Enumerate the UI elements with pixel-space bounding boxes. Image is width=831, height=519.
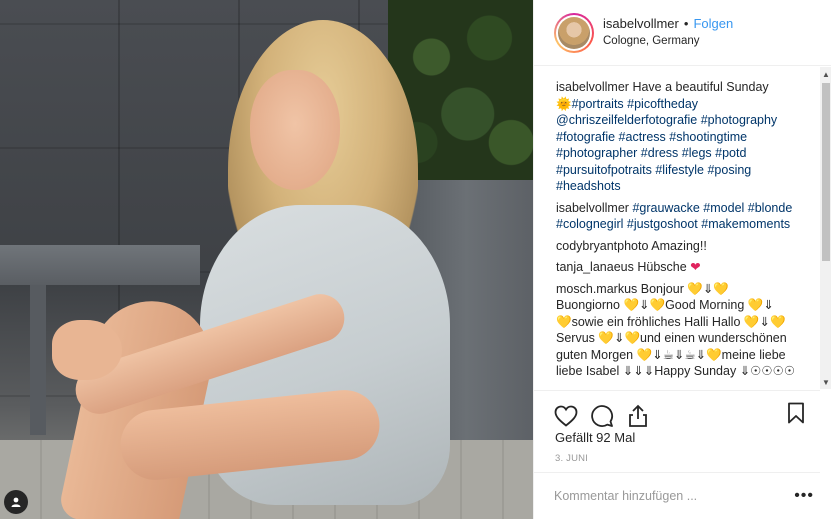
red-heart-emoji-icon: ❤ <box>690 260 701 274</box>
cup-emoji-icon: ☕ <box>684 347 696 362</box>
yellow-heart-emoji-icon: 💛 <box>556 314 572 329</box>
header-username[interactable]: isabelvollmer <box>603 16 679 32</box>
comment-username[interactable]: tanja_lanaeus <box>556 260 634 274</box>
scroll-down-arrow-icon[interactable]: ▼ <box>820 375 831 389</box>
comment-text: meine liebe <box>721 347 786 362</box>
comment-username[interactable]: mosch.markus <box>556 282 637 296</box>
yellow-heart-emoji-icon: 💛 <box>687 281 703 296</box>
avatar-image <box>558 16 590 49</box>
user-tag-icon[interactable] <box>4 490 28 514</box>
location-link[interactable]: Cologne, Germany <box>603 33 733 49</box>
arrow-emoji-icon: ⇓ <box>763 298 774 312</box>
yellow-heart-emoji-icon: 💛 <box>649 298 666 312</box>
caption-username[interactable]: isabelvollmer <box>556 80 629 94</box>
comment-input[interactable] <box>554 489 774 503</box>
comment-username[interactable]: codybryantphoto <box>556 239 648 253</box>
comment-text: Servus <box>556 331 595 345</box>
arrow-emoji-icon: ⇓ <box>633 364 644 378</box>
yellow-heart-emoji-icon: 💛 <box>624 331 641 345</box>
sun-emoji-icon: ☉ <box>783 364 796 378</box>
comment-text: liebe Isabel <box>556 364 620 378</box>
comment-text: guten Morgen <box>556 347 634 362</box>
comment-text: Good Morning <box>665 298 745 312</box>
arrow-emoji-icon: ⇓ <box>622 364 634 378</box>
share-icon[interactable] <box>626 404 650 428</box>
header-separator: • <box>683 16 689 31</box>
comment-text: Bonjour <box>640 281 684 296</box>
yellow-heart-emoji-icon: 💛 <box>598 331 614 345</box>
comment-text: Hübsche <box>637 260 687 274</box>
post-date: 3. JUNI <box>555 453 589 464</box>
follow-button[interactable]: Folgen <box>693 16 733 32</box>
scroll-thumb[interactable] <box>822 83 830 261</box>
photo-bench <box>0 245 200 285</box>
header-text: isabelvollmer • Folgen Cologne, Germany <box>603 16 733 49</box>
photo-hand <box>52 320 122 380</box>
sun-emoji-icon: ☉ <box>761 364 773 378</box>
list-item: tanja_lanaeus Hübsche ❤ <box>556 259 812 276</box>
yellow-heart-emoji-icon: 💛 <box>623 298 640 312</box>
comments-scrollbar[interactable]: ▲ ▼ <box>820 67 831 389</box>
arrow-emoji-icon: ⇓ <box>643 364 655 378</box>
post-photo[interactable] <box>0 0 533 519</box>
more-options-icon[interactable]: ••• <box>794 487 814 505</box>
comment-form: ••• <box>534 472 820 519</box>
bookmark-icon[interactable] <box>784 401 808 425</box>
comment-text: und einen wunderschönen <box>640 331 787 345</box>
arrow-emoji-icon: ⇓ <box>613 331 625 345</box>
post-side-panel: isabelvollmer • Folgen Cologne, Germany … <box>533 0 831 519</box>
sun-emoji-icon: 🌞 <box>556 96 572 111</box>
photo-face <box>250 70 340 190</box>
arrow-emoji-icon: ⇓ <box>639 298 650 312</box>
arrow-emoji-icon: ⇓ <box>652 347 663 362</box>
yellow-heart-emoji-icon: 💛 <box>769 314 786 329</box>
yellow-heart-emoji-icon: 💛 <box>747 298 764 312</box>
comment-text: sowie ein fröhliches Halli Hallo <box>571 314 741 329</box>
comments-list[interactable]: isabelvollmer Have a beautiful Sunday 🌞#… <box>534 67 820 389</box>
likes-count[interactable]: Gefällt 92 Mal <box>555 430 635 445</box>
post-header: isabelvollmer • Folgen Cologne, Germany <box>534 0 831 66</box>
action-bar <box>534 390 820 432</box>
cup-emoji-icon: ☕ <box>662 347 674 362</box>
arrow-emoji-icon: ⇓ <box>673 347 685 362</box>
list-item: mosch.markus Bonjour 💛⇓💛 Buongiorno 💛⇓💛G… <box>556 281 812 380</box>
header-top-line: isabelvollmer • Folgen <box>603 16 733 32</box>
avatar[interactable] <box>554 12 594 53</box>
arrow-emoji-icon: ⇓ <box>695 347 707 362</box>
sun-emoji-icon: ☉ <box>772 364 784 378</box>
scroll-up-arrow-icon[interactable]: ▲ <box>820 67 831 81</box>
arrow-emoji-icon: ⇓ <box>759 314 770 329</box>
caption-text: Have a beautiful Sunday <box>632 80 769 94</box>
arrow-emoji-icon: ⇓ <box>739 364 751 378</box>
comment-bubble-icon[interactable] <box>590 404 614 428</box>
caption: isabelvollmer Have a beautiful Sunday 🌞#… <box>556 79 812 195</box>
caption-hashtags[interactable]: #portraits #picoftheday <box>572 97 698 111</box>
yellow-heart-emoji-icon: 💛 <box>706 347 722 362</box>
comment-text: Buongiorno <box>556 298 620 312</box>
yellow-heart-emoji-icon: 💛 <box>713 281 729 296</box>
list-item: isabelvollmer #grauwacke #model #blonde … <box>556 200 812 233</box>
yellow-heart-emoji-icon: 💛 <box>743 314 760 329</box>
list-item: codybryantphoto Amazing!! <box>556 238 812 255</box>
arrow-emoji-icon: ⇓ <box>702 281 714 296</box>
comment-username[interactable]: isabelvollmer <box>556 201 629 215</box>
sun-emoji-icon: ☉ <box>750 364 762 378</box>
caption-mention[interactable]: @chriszeilfelderfotografie <box>556 113 697 127</box>
yellow-heart-emoji-icon: 💛 <box>636 347 653 362</box>
comment-text: Amazing!! <box>651 238 707 253</box>
avatar-frame <box>556 14 592 51</box>
photo-bench-leg <box>30 285 46 435</box>
comment-text: Happy Sunday <box>654 364 737 378</box>
heart-outline-icon[interactable] <box>554 404 578 428</box>
